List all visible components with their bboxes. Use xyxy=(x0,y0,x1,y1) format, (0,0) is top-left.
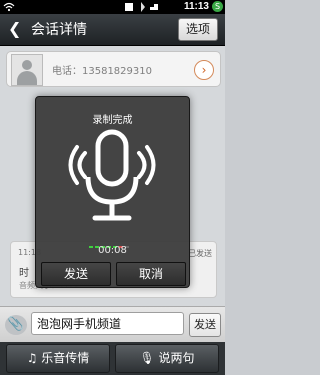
message-status: 已发送 xyxy=(188,249,212,258)
music-message-label: 乐音传情 xyxy=(41,351,90,365)
voice-message-label: 说两句 xyxy=(158,351,195,365)
cancel-recording-button[interactable]: 取消 xyxy=(116,262,186,286)
status-time: 11:13 xyxy=(183,1,209,12)
recording-timer: 00:08 xyxy=(98,245,127,256)
bottom-action-bar: ♫ 乐音传情 🎙 说两句 xyxy=(0,342,225,375)
options-button[interactable]: 选项 xyxy=(178,18,218,41)
user-avatar-icon xyxy=(11,54,43,86)
music-note-icon: ♫ xyxy=(26,351,38,365)
message-text: 时 xyxy=(19,268,29,279)
recording-dialog: 录制完成 00:08 发送 取消 xyxy=(35,96,190,288)
music-message-button[interactable]: ♫ 乐音传情 xyxy=(6,344,110,373)
battery-badge: S xyxy=(212,1,223,12)
back-arrow-icon[interactable]: ❮ xyxy=(8,19,21,39)
status-bar: 11:13 S xyxy=(0,0,225,14)
contact-phone: 电话：13581829310 xyxy=(52,66,152,77)
message-input[interactable]: 泡泡网手机频道 xyxy=(31,312,184,335)
paperclip-icon[interactable]: 📎 xyxy=(5,315,27,335)
contact-card[interactable]: 电话：13581829310 › xyxy=(6,51,221,87)
microphone-icon: 🎙 xyxy=(139,351,155,365)
send-button[interactable]: 发送 xyxy=(189,313,221,337)
send-recording-button[interactable]: 发送 xyxy=(41,262,111,286)
microphone-icon xyxy=(62,120,162,235)
page-title: 会话详情 xyxy=(31,21,87,37)
voice-message-button[interactable]: 🎙 说两句 xyxy=(115,344,219,373)
chevron-right-icon[interactable]: › xyxy=(194,60,214,80)
message-input-bar: 📎 泡泡网手机频道 发送 xyxy=(0,306,225,343)
title-bar: ❮ 会话详情 选项 xyxy=(0,14,225,46)
